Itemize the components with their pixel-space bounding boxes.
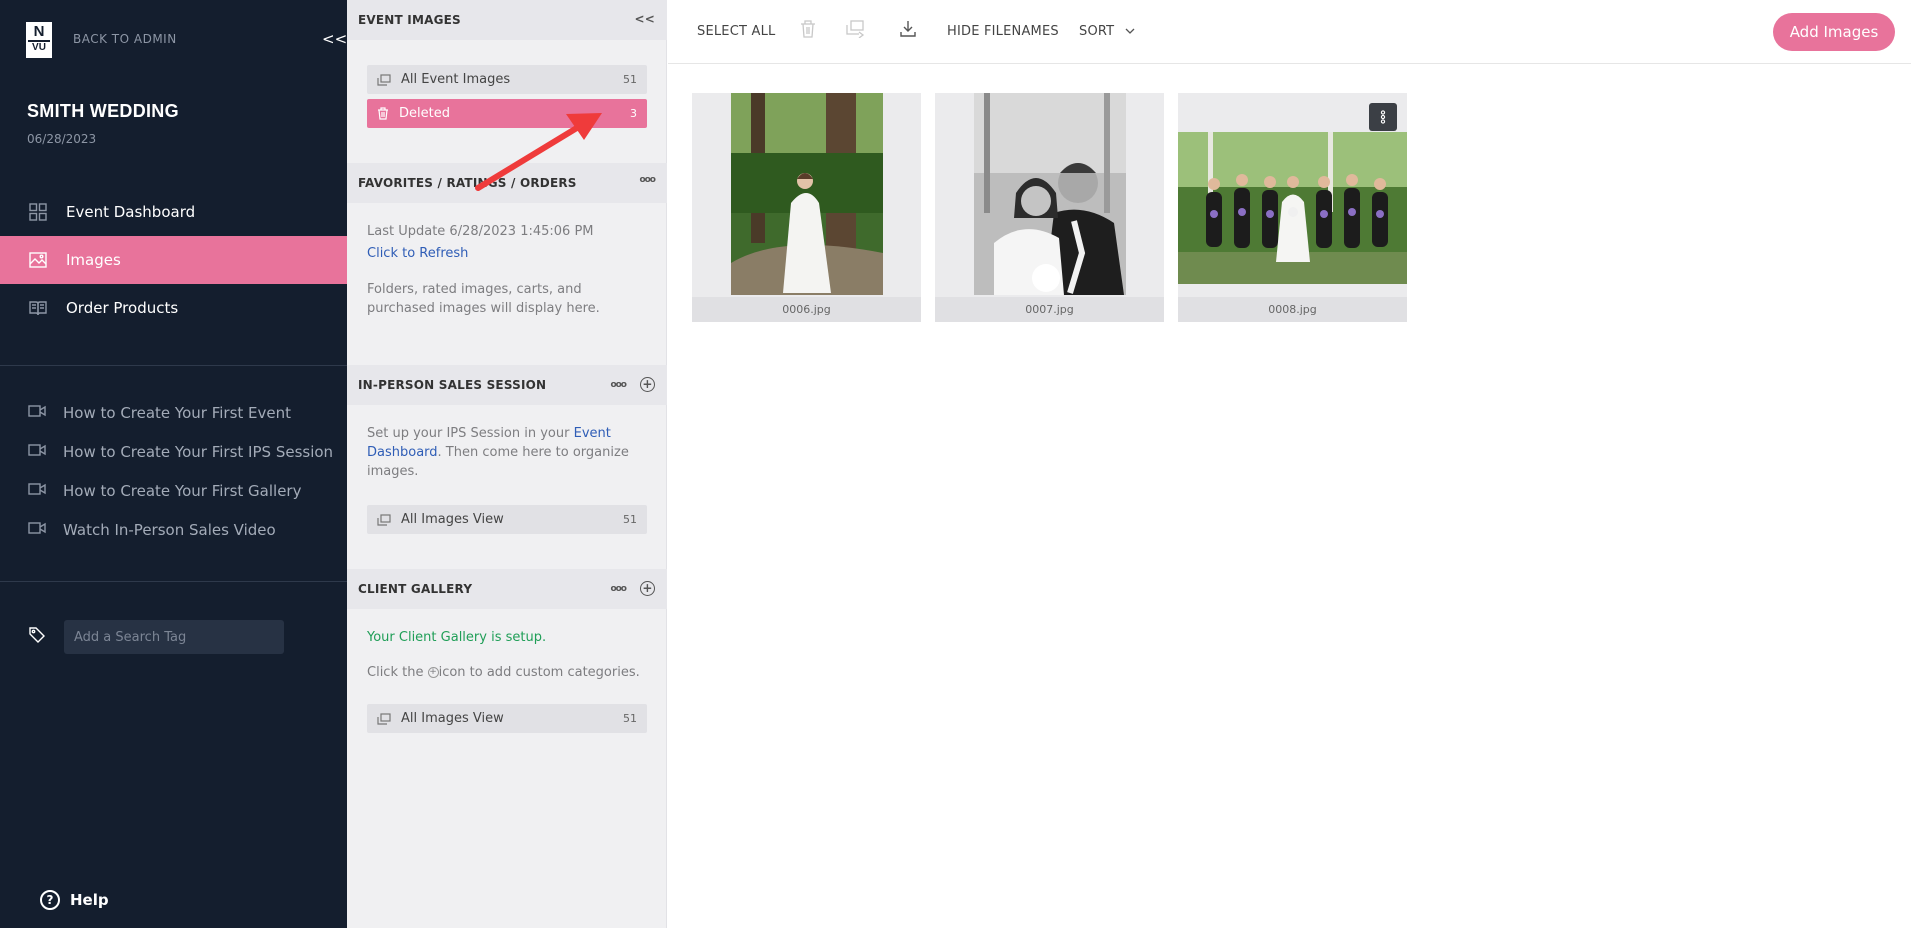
add-category-icon[interactable]: + xyxy=(640,581,655,596)
logo[interactable]: N VU xyxy=(26,22,52,58)
section-title: IN-PERSON SALES SESSION xyxy=(358,378,547,392)
collapse-sidebar-button[interactable]: << xyxy=(322,30,347,48)
hide-filenames-button[interactable]: HIDE FILENAMES xyxy=(947,24,1059,39)
folder-count: 51 xyxy=(623,73,637,86)
search-tag-row xyxy=(28,620,284,654)
folder-all-event-images[interactable]: All Event Images 51 xyxy=(367,65,647,94)
folder-label: All Event Images xyxy=(401,72,511,87)
nav-order-products[interactable]: Order Products xyxy=(0,284,347,332)
download-icon[interactable] xyxy=(900,20,916,42)
more-options-icon[interactable]: ooo xyxy=(610,584,627,594)
help-label: Help xyxy=(70,891,109,909)
move-to-folder-icon[interactable] xyxy=(845,20,867,42)
photo-couple-bw xyxy=(974,93,1126,295)
ips-instructions: Set up your IPS Session in your Event Da… xyxy=(367,424,652,481)
favorites-header: FAVORITES / RATINGS / ORDERS ooo xyxy=(347,163,667,203)
hint-before: Click the xyxy=(367,665,428,680)
help-button[interactable]: ? Help xyxy=(40,890,109,910)
folder-label: All Images View xyxy=(401,512,504,527)
image-thumbnail[interactable]: 0006.jpg xyxy=(692,93,921,322)
toolbar: SELECT ALL HIDE FILENAMES SORT Add Image… xyxy=(668,0,1911,64)
folder-label: Deleted xyxy=(399,106,450,121)
favorites-note: Folders, rated images, carts, and purcha… xyxy=(367,282,600,316)
sidebar-divider xyxy=(0,365,347,366)
gallery-status: Your Client Gallery is setup. xyxy=(367,630,547,645)
back-to-admin-link[interactable]: BACK TO ADMIN xyxy=(73,32,177,46)
last-update-text: Last Update 6/28/2023 1:45:06 PM xyxy=(367,224,594,239)
images-stack-icon xyxy=(377,73,391,86)
images-stack-icon xyxy=(377,712,391,725)
image-icon xyxy=(28,252,48,268)
add-images-button[interactable]: Add Images xyxy=(1773,13,1895,51)
more-options-icon[interactable]: ooo xyxy=(610,380,627,390)
event-date: 06/28/2023 xyxy=(27,132,97,146)
nav-images[interactable]: Images xyxy=(0,236,347,284)
sort-label: SORT xyxy=(1079,24,1115,39)
folder-deleted[interactable]: Deleted 3 xyxy=(367,99,647,128)
photo-bride-garden xyxy=(731,93,883,295)
gallery-hint: Click the + icon to add custom categories… xyxy=(367,663,652,682)
sidebar: N VU BACK TO ADMIN << SMITH WEDDING 06/2… xyxy=(0,0,347,928)
delete-icon[interactable] xyxy=(800,20,816,42)
folders-panel: EVENT IMAGES << All Event Images 51 Dele… xyxy=(347,0,667,928)
help-link-label: Watch In-Person Sales Video xyxy=(63,521,276,539)
image-filename: 0008.jpg xyxy=(1178,297,1407,322)
ips-text-before: Set up your IPS Session in your xyxy=(367,426,574,441)
folder-count: 3 xyxy=(630,107,637,120)
image-filename: 0007.jpg xyxy=(935,297,1164,322)
sort-dropdown[interactable]: SORT xyxy=(1079,24,1135,39)
refresh-link[interactable]: Click to Refresh xyxy=(367,244,652,263)
trash-icon xyxy=(377,107,389,120)
help-link-label: How to Create Your First IPS Session xyxy=(63,443,334,461)
search-tag-input[interactable] xyxy=(64,620,284,654)
video-icon xyxy=(28,521,48,539)
select-all-button[interactable]: SELECT ALL xyxy=(697,24,775,39)
nav-label: Event Dashboard xyxy=(66,203,196,221)
help-icon: ? xyxy=(40,890,60,910)
vertical-dots-icon xyxy=(1380,110,1386,124)
help-video-first-gallery[interactable]: How to Create Your First Gallery xyxy=(0,476,347,506)
image-thumbnail[interactable]: 0007.jpg xyxy=(935,93,1164,322)
image-thumbnail[interactable]: 0008.jpg xyxy=(1178,93,1407,322)
ips-header: IN-PERSON SALES SESSION ooo + xyxy=(347,365,667,405)
plus-circle-inline-icon: + xyxy=(427,667,439,678)
help-video-in-person-sales[interactable]: Watch In-Person Sales Video xyxy=(0,515,347,545)
nav-label: Images xyxy=(66,251,121,269)
help-link-label: How to Create Your First Gallery xyxy=(63,482,302,500)
nav-event-dashboard[interactable]: Event Dashboard xyxy=(0,188,347,236)
video-icon xyxy=(28,482,48,500)
video-icon xyxy=(28,443,48,461)
collapse-panel-button[interactable]: << xyxy=(634,12,655,26)
help-video-first-ips-session[interactable]: How to Create Your First IPS Session xyxy=(0,437,347,467)
folder-count: 51 xyxy=(623,712,637,725)
nav-label: Order Products xyxy=(66,299,179,317)
image-menu-button[interactable] xyxy=(1369,103,1397,131)
add-category-icon[interactable]: + xyxy=(640,377,655,392)
logo-mark-bottom: VU xyxy=(28,40,50,54)
images-stack-icon xyxy=(377,513,391,526)
help-video-first-event[interactable]: How to Create Your First Event xyxy=(0,398,347,428)
gallery-all-images-view[interactable]: All Images View 51 xyxy=(367,704,647,733)
book-icon xyxy=(28,300,48,316)
photo-bridal-party xyxy=(1178,132,1407,284)
section-title: CLIENT GALLERY xyxy=(358,582,473,596)
chevron-down-icon xyxy=(1125,24,1135,39)
grid-icon xyxy=(28,203,48,221)
client-gallery-header: CLIENT GALLERY ooo + xyxy=(347,569,667,609)
tag-icon xyxy=(28,626,46,648)
event-images-header: EVENT IMAGES << xyxy=(347,0,667,40)
ips-all-images-view[interactable]: All Images View 51 xyxy=(367,505,647,534)
section-title: EVENT IMAGES xyxy=(358,13,461,27)
video-icon xyxy=(28,404,48,422)
hint-after: icon to add custom categories. xyxy=(438,665,640,680)
folder-count: 51 xyxy=(623,513,637,526)
event-title: SMITH WEDDING xyxy=(27,101,179,121)
sidebar-divider xyxy=(0,581,347,582)
image-filename: 0006.jpg xyxy=(692,297,921,322)
more-options-icon[interactable]: ooo xyxy=(639,175,656,185)
folder-label: All Images View xyxy=(401,711,504,726)
section-title: FAVORITES / RATINGS / ORDERS xyxy=(358,176,577,190)
help-link-label: How to Create Your First Event xyxy=(63,404,292,422)
logo-mark-top: N xyxy=(33,23,45,40)
